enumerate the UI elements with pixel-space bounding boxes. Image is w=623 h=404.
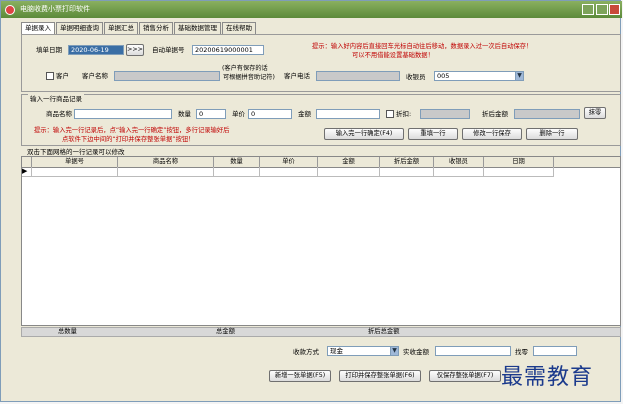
discount-select[interactable]: [420, 109, 470, 119]
after-discount-field[interactable]: [514, 109, 580, 119]
col-after-discount[interactable]: 折后金额: [380, 157, 434, 167]
save-only-button[interactable]: 仅保存整张单据(F7): [429, 370, 501, 382]
entry-tip-line1: 提示：输入完一行记录后，点“输入完一行确定”按钮，多行记录输好后: [34, 127, 230, 134]
totals-bar: 总数量 总金额 折后总金额: [21, 327, 621, 337]
table-row[interactable]: [260, 167, 318, 177]
col-qty[interactable]: 数量: [214, 157, 260, 167]
change-label: 找零: [515, 348, 528, 356]
date-label: 填单日期: [36, 46, 62, 54]
app-window: 电脑收费小票打印软件 单据录入 单据明细查询 单据汇总 销售分析 基础数据管理 在线帮助 …: [0, 0, 622, 402]
clear-cents-button[interactable]: 抹零: [584, 107, 606, 119]
received-label: 实收金额: [403, 348, 429, 356]
app-icon: [5, 5, 15, 15]
table-row[interactable]: [318, 167, 380, 177]
maximize-icon[interactable]: [596, 4, 608, 15]
close-icon[interactable]: [609, 4, 620, 15]
col-amount[interactable]: 金额: [318, 157, 380, 167]
chevron-down-icon[interactable]: ▼: [515, 72, 523, 80]
total-amount-label: 总金额: [216, 328, 235, 335]
row-pointer-icon: ▶: [22, 167, 32, 177]
cashier-value: 005: [437, 72, 450, 80]
header-panel: 填单日期 2020-06-19 >>> 自动单据号 20200619000001…: [21, 34, 621, 92]
tab-basic-data[interactable]: 基础数据管理: [174, 22, 221, 34]
table-row[interactable]: [380, 167, 434, 177]
total-qty-label: 总数量: [58, 328, 77, 335]
print-save-button[interactable]: 打印并保存整张单据(F6): [339, 370, 421, 382]
customer-check-label: 客户: [56, 72, 69, 80]
customer-note-line1: (客户有保存的话: [222, 65, 268, 72]
discount-label: 折扣:: [396, 110, 412, 118]
pay-method-select[interactable]: 现金: [327, 346, 399, 356]
pay-method-label: 收款方式: [293, 348, 319, 356]
price-field[interactable]: 0: [248, 109, 292, 119]
tab-detail-query[interactable]: 单据明细查询: [56, 22, 103, 34]
table-row[interactable]: [32, 167, 118, 177]
tab-help[interactable]: 在线帮助: [222, 22, 256, 34]
header-tip-line2: 可以不用借能设置基础数据！: [352, 52, 434, 59]
amount-field[interactable]: [316, 109, 380, 119]
product-label: 商品名称: [46, 110, 72, 118]
product-field[interactable]: [74, 109, 172, 119]
row-indicator-header: [22, 157, 32, 167]
tab-summary[interactable]: 单据汇总: [104, 22, 138, 34]
phone-field[interactable]: [316, 71, 400, 81]
customer-note-line2: 可根据拼音助记符): [223, 74, 275, 81]
records-grid[interactable]: 单据号 商品名称 数量 单价 金额 折后金额 收银员 日期 ▶: [21, 156, 621, 326]
qty-field[interactable]: 0: [196, 109, 226, 119]
entry-tip-line2: 点软件下边中间的“打印并保存整张单据”按钮！: [62, 136, 195, 143]
total-discount-label: 折后总金额: [368, 328, 400, 335]
window-title: 电脑收费小票打印软件: [20, 5, 90, 13]
table-row[interactable]: [214, 167, 260, 177]
col-price[interactable]: 单价: [260, 157, 318, 167]
tab-strip: 单据录入 单据明细查询 单据汇总 销售分析 基础数据管理 在线帮助: [21, 22, 257, 35]
entry-panel: 输入一行商品记录 商品名称 数量 0 单价 0 金额 折扣: 折后金额 抹零 提…: [21, 94, 621, 146]
confirm-row-button[interactable]: 输入完一行确定(F4): [324, 128, 404, 140]
received-field[interactable]: [435, 346, 511, 356]
col-date[interactable]: 日期: [484, 157, 554, 167]
phone-label: 客户电话: [284, 72, 310, 80]
col-product[interactable]: 商品名称: [118, 157, 214, 167]
minimize-icon[interactable]: [582, 4, 594, 15]
refill-row-button[interactable]: 重填一行: [408, 128, 458, 140]
col-cashier[interactable]: 收银员: [434, 157, 484, 167]
pay-method-value: 现金: [330, 347, 343, 355]
delete-row-button[interactable]: 删除一行: [526, 128, 578, 140]
watermark-logo: 最需教育: [501, 365, 594, 390]
cashier-label: 收银员: [406, 73, 426, 81]
table-row[interactable]: [118, 167, 214, 177]
after-discount-label: 折后金额: [482, 110, 508, 118]
date-field[interactable]: 2020-06-19: [68, 45, 124, 55]
table-row[interactable]: [434, 167, 484, 177]
amount-label: 金额: [298, 110, 311, 118]
customer-name-label: 客户名称: [82, 72, 108, 80]
date-picker-button[interactable]: >>>: [126, 44, 144, 56]
title-bar: 电脑收费小票打印软件: [1, 1, 622, 18]
price-label: 单价: [232, 110, 245, 118]
new-receipt-button[interactable]: 新增一张单据(F5): [269, 370, 331, 382]
qty-label: 数量: [178, 110, 191, 118]
auto-number-field[interactable]: 20200619000001: [192, 45, 264, 55]
discount-checkbox[interactable]: [386, 110, 394, 118]
chevron-down-icon[interactable]: ▼: [390, 347, 398, 355]
header-tip-line1: 提示：输入好内容后直接回车光标自动往后移动，数据录入过一次后自动保存！: [312, 43, 533, 50]
col-receipt-no[interactable]: 单据号: [32, 157, 118, 167]
change-field[interactable]: [533, 346, 577, 356]
customer-name-field[interactable]: [114, 71, 220, 81]
customer-checkbox[interactable]: [46, 72, 54, 80]
auto-number-label: 自动单据号: [152, 46, 185, 54]
entry-group-title: 输入一行商品记录: [28, 94, 84, 104]
cashier-select[interactable]: 005: [434, 71, 524, 81]
modify-row-button[interactable]: 修改一行保存: [462, 128, 522, 140]
table-row[interactable]: [484, 167, 554, 177]
tab-sales-analysis[interactable]: 销售分析: [139, 22, 173, 34]
